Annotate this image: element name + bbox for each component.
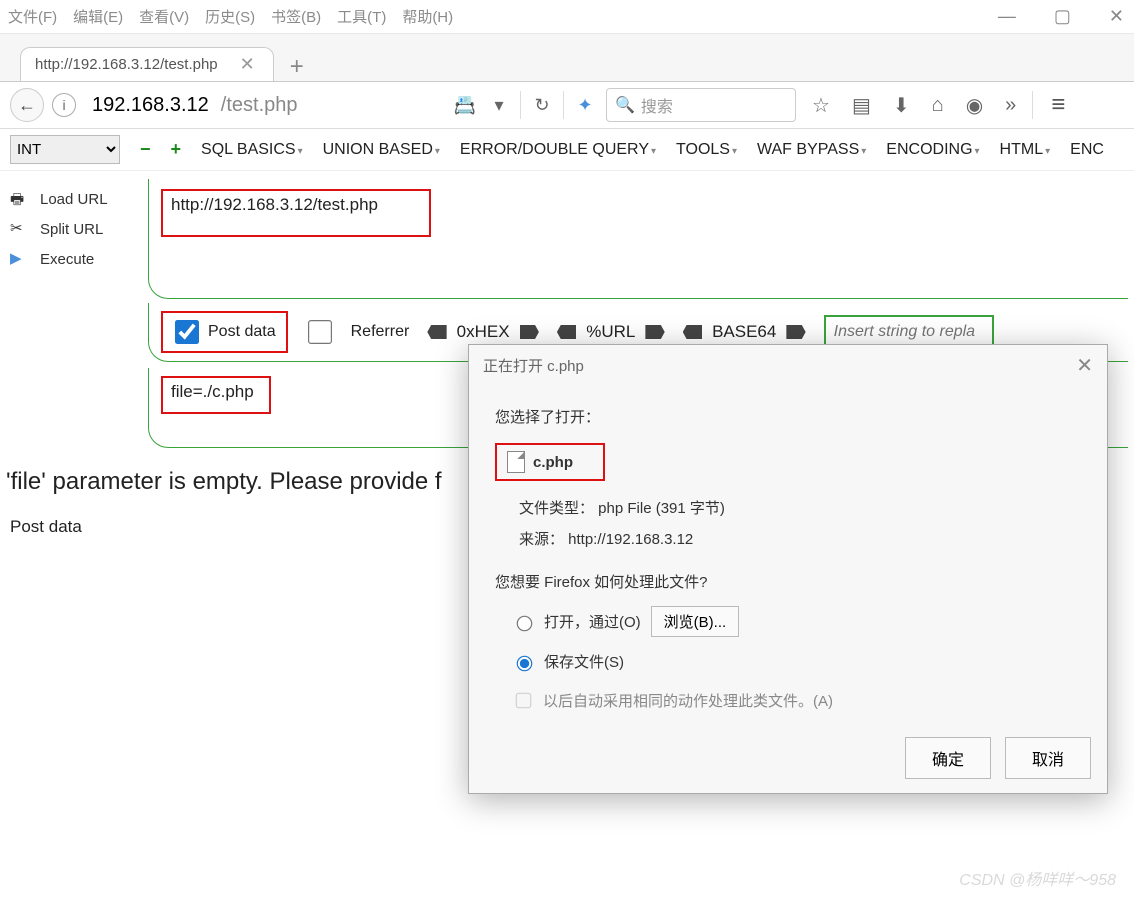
separator <box>1032 91 1033 119</box>
search-placeholder: 搜索 <box>641 93 673 117</box>
scissors-icon: ✂ <box>10 219 30 239</box>
plus-button[interactable]: + <box>171 139 182 160</box>
sidebar-icon[interactable]: ▤ <box>852 93 871 118</box>
printer-icon: 🖶 <box>10 189 30 209</box>
menu-tools[interactable]: 工具(T) <box>337 6 386 27</box>
filetype-label: 文件类型： php File (391 字节) <box>519 497 1081 518</box>
post-data-checkbox[interactable] <box>175 320 199 344</box>
enc-menu[interactable]: ENC <box>1070 141 1104 159</box>
split-url-button[interactable]: ✂Split URL <box>10 219 108 239</box>
window-controls: — ▢ ✕ <box>998 6 1124 27</box>
close-tab-icon[interactable]: ✕ <box>236 54 259 75</box>
hackbar-menu: INT − + SQL BASICS UNION BASED ERROR/DOU… <box>0 129 1134 171</box>
download-dialog: 正在打开 c.php ✕ 您选择了打开： c.php 文件类型： php Fil… <box>468 344 1108 794</box>
separator <box>563 91 564 119</box>
url-bar[interactable]: 192.168.3.12/test.php <box>84 92 444 119</box>
puzzle-icon[interactable]: ✦ <box>572 95 598 116</box>
close-window-button[interactable]: ✕ <box>1109 6 1124 27</box>
waf-bypass-menu[interactable]: WAF BYPASS <box>757 141 866 159</box>
hackbar-action-buttons: 🖶Load URL ✂Split URL ▶Execute <box>10 189 108 269</box>
referrer-label: Referrer <box>351 323 410 341</box>
dropdown-icon[interactable]: ▾ <box>486 95 512 116</box>
url-path: /test.php <box>221 94 298 117</box>
downloads-icon[interactable]: ⬇ <box>893 93 910 118</box>
tools-menu[interactable]: TOOLS <box>676 141 737 159</box>
encoding-menu[interactable]: ENCODING <box>886 141 979 159</box>
execute-button[interactable]: ▶Execute <box>10 249 108 269</box>
browse-button[interactable]: 浏览(B)... <box>651 606 740 637</box>
reader-icon[interactable]: 📇 <box>452 95 478 116</box>
error-query-menu[interactable]: ERROR/DOUBLE QUERY <box>460 141 656 159</box>
auto-action-label: 以后自动采用相同的动作处理此类文件。(A) <box>543 690 833 711</box>
dialog-close-icon[interactable]: ✕ <box>1076 353 1093 378</box>
menu-bar: 文件(F) 编辑(E) 查看(V) 历史(S) 书签(B) 工具(T) 帮助(H… <box>0 0 1134 34</box>
search-icon: 🔍 <box>615 95 635 115</box>
hex-encoder[interactable]: 0xHEX <box>427 322 539 342</box>
maximize-button[interactable]: ▢ <box>1054 6 1071 27</box>
auto-action-checkbox <box>516 693 532 709</box>
referrer-checkbox[interactable] <box>308 320 332 344</box>
site-info-icon[interactable]: i <box>52 93 76 117</box>
watermark: CSDN @杨咩咩～958 <box>959 866 1116 890</box>
load-url-button[interactable]: 🖶Load URL <box>10 189 108 209</box>
menu-edit[interactable]: 编辑(E) <box>73 6 123 27</box>
ok-button[interactable]: 确定 <box>905 737 991 779</box>
bookmark-star-icon[interactable]: ☆ <box>812 93 830 118</box>
save-file-radio[interactable] <box>517 655 533 671</box>
dialog-title: 正在打开 c.php <box>483 355 584 376</box>
reload-icon[interactable]: ↻ <box>529 95 555 116</box>
menu-help[interactable]: 帮助(H) <box>402 6 453 27</box>
save-file-label: 保存文件(S) <box>544 651 624 672</box>
cancel-button[interactable]: 取消 <box>1005 737 1091 779</box>
post-data-field-highlight[interactable]: file=./c.php <box>161 376 271 414</box>
menu-file[interactable]: 文件(F) <box>8 6 57 27</box>
menu-history[interactable]: 历史(S) <box>205 6 255 27</box>
open-with-label: 打开，通过(O) <box>544 611 641 632</box>
sql-basics-menu[interactable]: SQL BASICS <box>201 141 303 159</box>
post-data-section-label: Post data <box>10 517 82 537</box>
new-tab-button[interactable]: + <box>274 53 320 81</box>
tab-bar: http://192.168.3.12/test.php ✕ + <box>0 34 1134 82</box>
minimize-button[interactable]: — <box>998 6 1016 27</box>
url-field-highlight[interactable]: http://192.168.3.12/test.php <box>161 189 431 237</box>
filename-highlight: c.php <box>495 443 605 481</box>
separator <box>520 91 521 119</box>
source-label: 来源： http://192.168.3.12 <box>519 528 1081 549</box>
globe-icon[interactable]: ◉ <box>966 93 983 118</box>
int-select[interactable]: INT <box>10 135 120 164</box>
tab-title: http://192.168.3.12/test.php <box>35 56 218 73</box>
dialog-chosen-label: 您选择了打开： <box>495 406 1081 427</box>
how-handle-label: 您想要 Firefox 如何处理此文件? <box>495 571 1081 592</box>
file-icon <box>507 451 525 473</box>
home-icon[interactable]: ⌂ <box>932 94 944 117</box>
search-box[interactable]: 🔍 搜索 <box>606 88 796 122</box>
hamburger-menu[interactable]: ≡ <box>1041 91 1075 119</box>
filename-text: c.php <box>533 454 573 471</box>
active-tab[interactable]: http://192.168.3.12/test.php ✕ <box>20 47 274 81</box>
menu-bookmarks[interactable]: 书签(B) <box>271 6 321 27</box>
post-data-highlight: Post data <box>161 311 288 353</box>
base64-encoder[interactable]: BASE64 <box>683 322 806 342</box>
open-with-radio[interactable] <box>517 615 533 631</box>
overflow-icon[interactable]: » <box>1005 94 1016 117</box>
url-encoder[interactable]: %URL <box>557 322 665 342</box>
minus-button[interactable]: − <box>140 139 151 160</box>
back-button[interactable]: ← <box>10 88 44 122</box>
post-data-label: Post data <box>208 323 276 341</box>
play-icon: ▶ <box>10 249 30 269</box>
toolbar-icons: ☆ ▤ ⬇ ⌂ ◉ » <box>804 93 1024 118</box>
url-panel: http://192.168.3.12/test.php <box>148 179 1128 299</box>
nav-bar: ← i 192.168.3.12/test.php 📇 ▾ ↻ ✦ 🔍 搜索 ☆… <box>0 82 1134 129</box>
html-menu[interactable]: HTML <box>1000 141 1051 159</box>
menu-view[interactable]: 查看(V) <box>139 6 189 27</box>
union-based-menu[interactable]: UNION BASED <box>323 141 440 159</box>
url-host: 192.168.3.12 <box>92 94 209 117</box>
